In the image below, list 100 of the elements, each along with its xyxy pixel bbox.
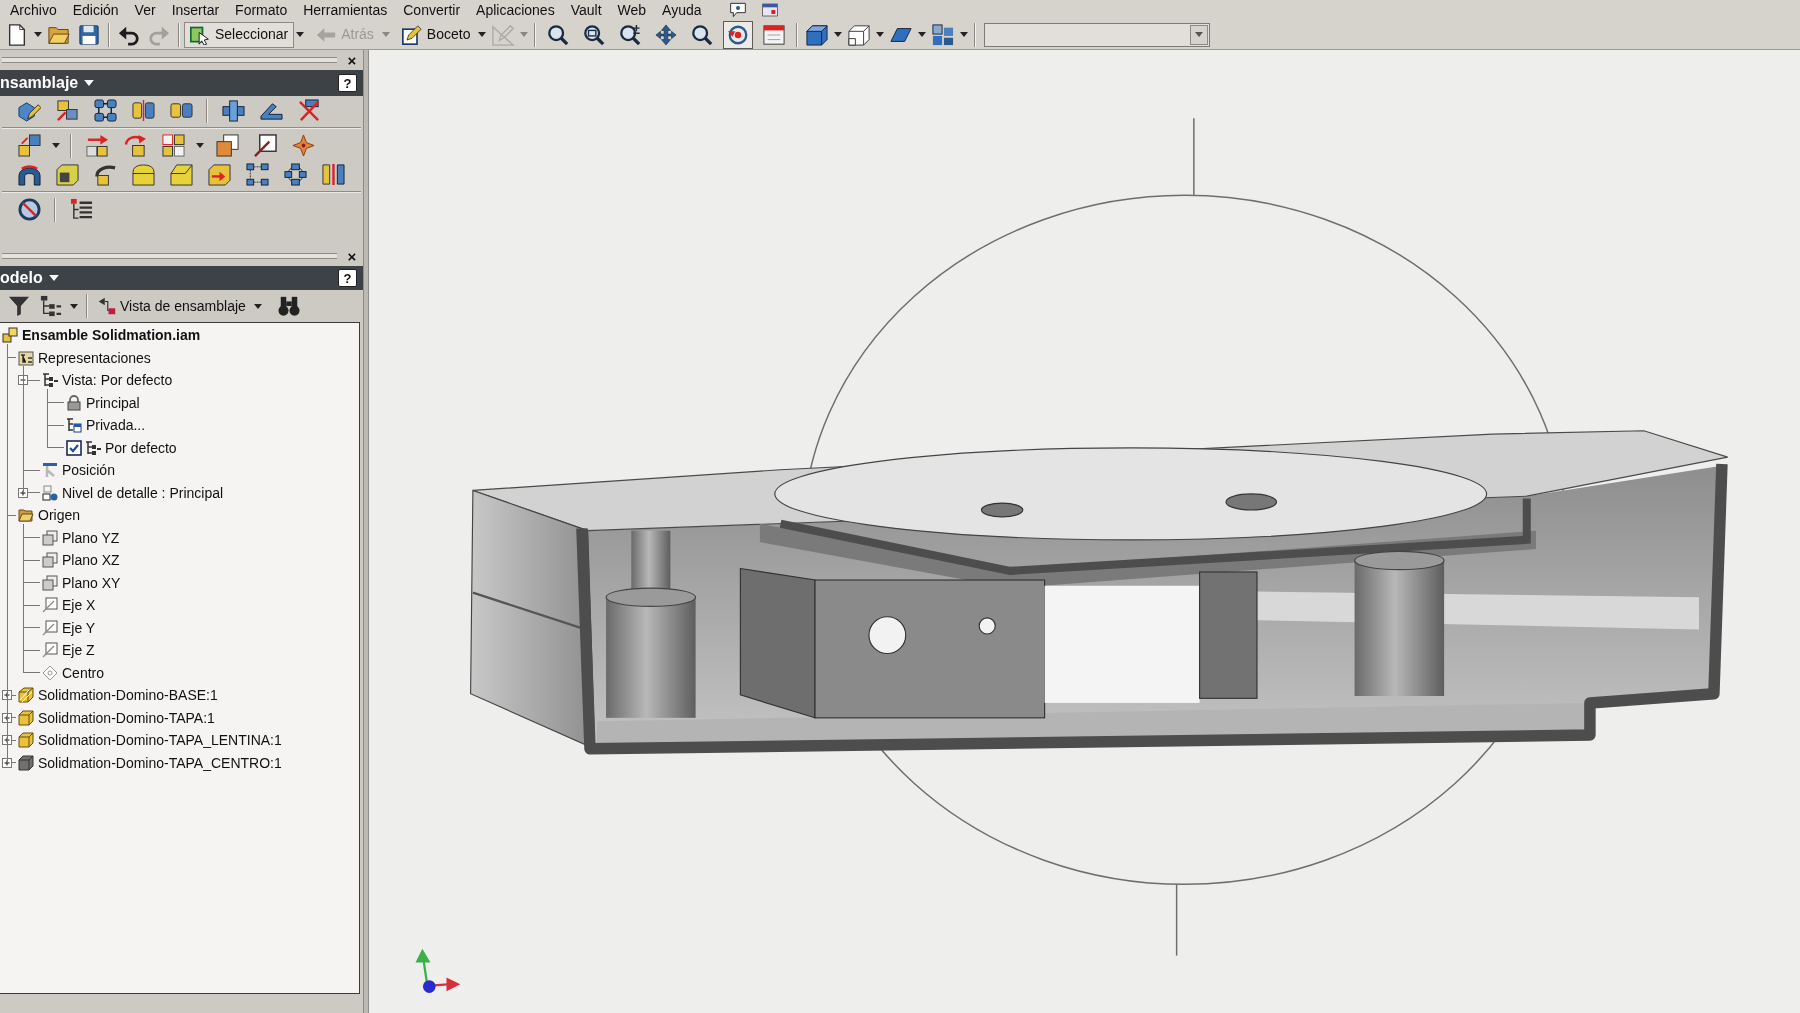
sketch-button[interactable]: Boceto (395, 21, 477, 48)
expand-icon[interactable] (18, 487, 28, 498)
cube-icon (18, 709, 34, 726)
select-button[interactable]: Seleccionar (184, 21, 295, 48)
menu-item[interactable]: Insertar (163, 1, 228, 19)
caret-icon (1195, 32, 1204, 37)
tree-item[interactable]: Vista: Por defecto (62, 371, 173, 390)
caret-icon (196, 143, 204, 148)
menu-item[interactable]: Aplicaciones (468, 1, 563, 19)
menu-item[interactable]: Convertir (395, 1, 469, 19)
tree-item[interactable]: Ensamble Solidmation.iam (22, 326, 201, 345)
tree-item[interactable]: Eje Y (62, 618, 96, 637)
caret-icon (52, 143, 60, 148)
expand-icon[interactable] (2, 690, 12, 701)
tree-item[interactable]: Solidmation-Domino-BASE:1 (38, 686, 218, 705)
view-selector[interactable]: Vista de ensamblaje (94, 293, 250, 319)
menu-item[interactable]: Edición (64, 1, 127, 19)
caret-icon (48, 275, 59, 281)
diamond-icon (42, 664, 58, 681)
panel-selector[interactable]: odelo (0, 266, 59, 290)
tree-item[interactable]: Eje Z (62, 641, 95, 660)
menu-item[interactable]: Web (609, 1, 655, 19)
sweep-icon (93, 163, 117, 186)
magnifier-icon (691, 23, 714, 46)
caret-icon (34, 32, 42, 37)
orbit-button[interactable] (723, 20, 754, 49)
pencil-triangle-icon (492, 23, 515, 46)
tree-item[interactable]: Principal (86, 393, 140, 412)
folder-icon (18, 507, 34, 524)
orbit-handle[interactable] (1175, 883, 1178, 957)
shaded-cube-icon (806, 23, 829, 46)
cube-icon (18, 754, 34, 771)
checkbox[interactable] (66, 439, 82, 456)
expand-icon[interactable] (2, 735, 12, 746)
panel-selector[interactable]: nsamblaje (0, 71, 95, 95)
menu-item[interactable]: Herramientas (295, 1, 396, 19)
tree-item[interactable]: Plano XY (62, 573, 121, 592)
tree-item[interactable]: Solidmation-Domino-TAPA_LENTINA:1 (38, 731, 282, 750)
help-button[interactable]: ? (338, 269, 357, 287)
arrow-box-icon (207, 163, 231, 186)
hatched-cube-icon (18, 687, 34, 704)
stacked-squares-icon (42, 552, 58, 569)
color-blocks-icon (932, 23, 955, 46)
circular-pattern-icon (283, 163, 307, 186)
caret-icon (876, 32, 885, 37)
tree-item[interactable]: Solidmation-Domino-TAPA:1 (38, 708, 215, 727)
close-button[interactable]: × (345, 248, 359, 264)
t-bar-icon (42, 462, 58, 479)
tree-item[interactable]: Por defecto (105, 438, 177, 457)
axis-icon (42, 642, 58, 659)
window-button[interactable] (759, 1, 780, 19)
tree-item[interactable]: Representaciones (38, 348, 151, 367)
slashed-square-icon (253, 134, 277, 157)
close-button[interactable]: × (345, 52, 359, 68)
caret-icon (84, 80, 95, 86)
tree-item[interactable]: Solidmation-Domino-TAPA_CENTRO:1 (38, 753, 282, 772)
menu-item[interactable]: Ayuda (654, 1, 710, 19)
tree-item[interactable]: Privada... (86, 416, 146, 435)
menu-item[interactable]: Archivo (2, 1, 65, 19)
prohibited-circle-icon (17, 198, 41, 221)
binoculars-icon (277, 295, 300, 317)
tree-item[interactable]: Origen (38, 506, 81, 525)
padlock-icon (66, 394, 82, 411)
menu-item[interactable]: Formato (227, 1, 296, 19)
panel-grip[interactable] (2, 57, 337, 63)
expand-icon[interactable] (2, 712, 12, 723)
caret-icon (70, 303, 78, 309)
flag-tree-icon (98, 297, 116, 315)
block-pattern-icon (17, 134, 41, 157)
collapse-icon[interactable] (18, 375, 28, 386)
combo-box[interactable] (984, 22, 1211, 47)
orbit-handle[interactable] (1193, 117, 1195, 197)
linked-parts-icon (55, 99, 79, 122)
panel-grip[interactable] (2, 253, 337, 259)
expand-icon[interactable] (2, 757, 12, 768)
tree-item[interactable]: Plano YZ (62, 528, 120, 547)
caret-icon (520, 32, 529, 37)
tree-item[interactable]: Centro (62, 663, 105, 682)
menu-item[interactable]: Vault (562, 1, 610, 19)
help-button[interactable]: ? (338, 74, 357, 92)
hierarchy-window-icon (66, 417, 82, 434)
tree-item[interactable]: Posición (62, 461, 115, 480)
stacked-squares-icon (215, 134, 239, 157)
star-icon (291, 134, 315, 157)
rotate-block-icon (123, 134, 147, 157)
chamfer-cube-icon (169, 163, 193, 186)
tree-item[interactable]: Nivel de detalle : Principal (62, 483, 224, 502)
caret-icon (381, 32, 390, 37)
framed-window-icon (763, 23, 786, 46)
dropdown-button[interactable] (1190, 24, 1209, 45)
cube-icon (18, 732, 34, 749)
help-button[interactable] (727, 1, 748, 19)
joint-icon (221, 99, 245, 122)
magnifier-plus-minus-icon (619, 23, 642, 46)
help-bubble-icon (729, 2, 746, 18)
wireframe-cube-icon (848, 23, 871, 46)
arch-block-icon (17, 163, 41, 186)
tree-item[interactable]: Plano XZ (62, 551, 120, 570)
tree-item[interactable]: Eje X (62, 596, 96, 615)
menu-item[interactable]: Ver (126, 1, 164, 19)
